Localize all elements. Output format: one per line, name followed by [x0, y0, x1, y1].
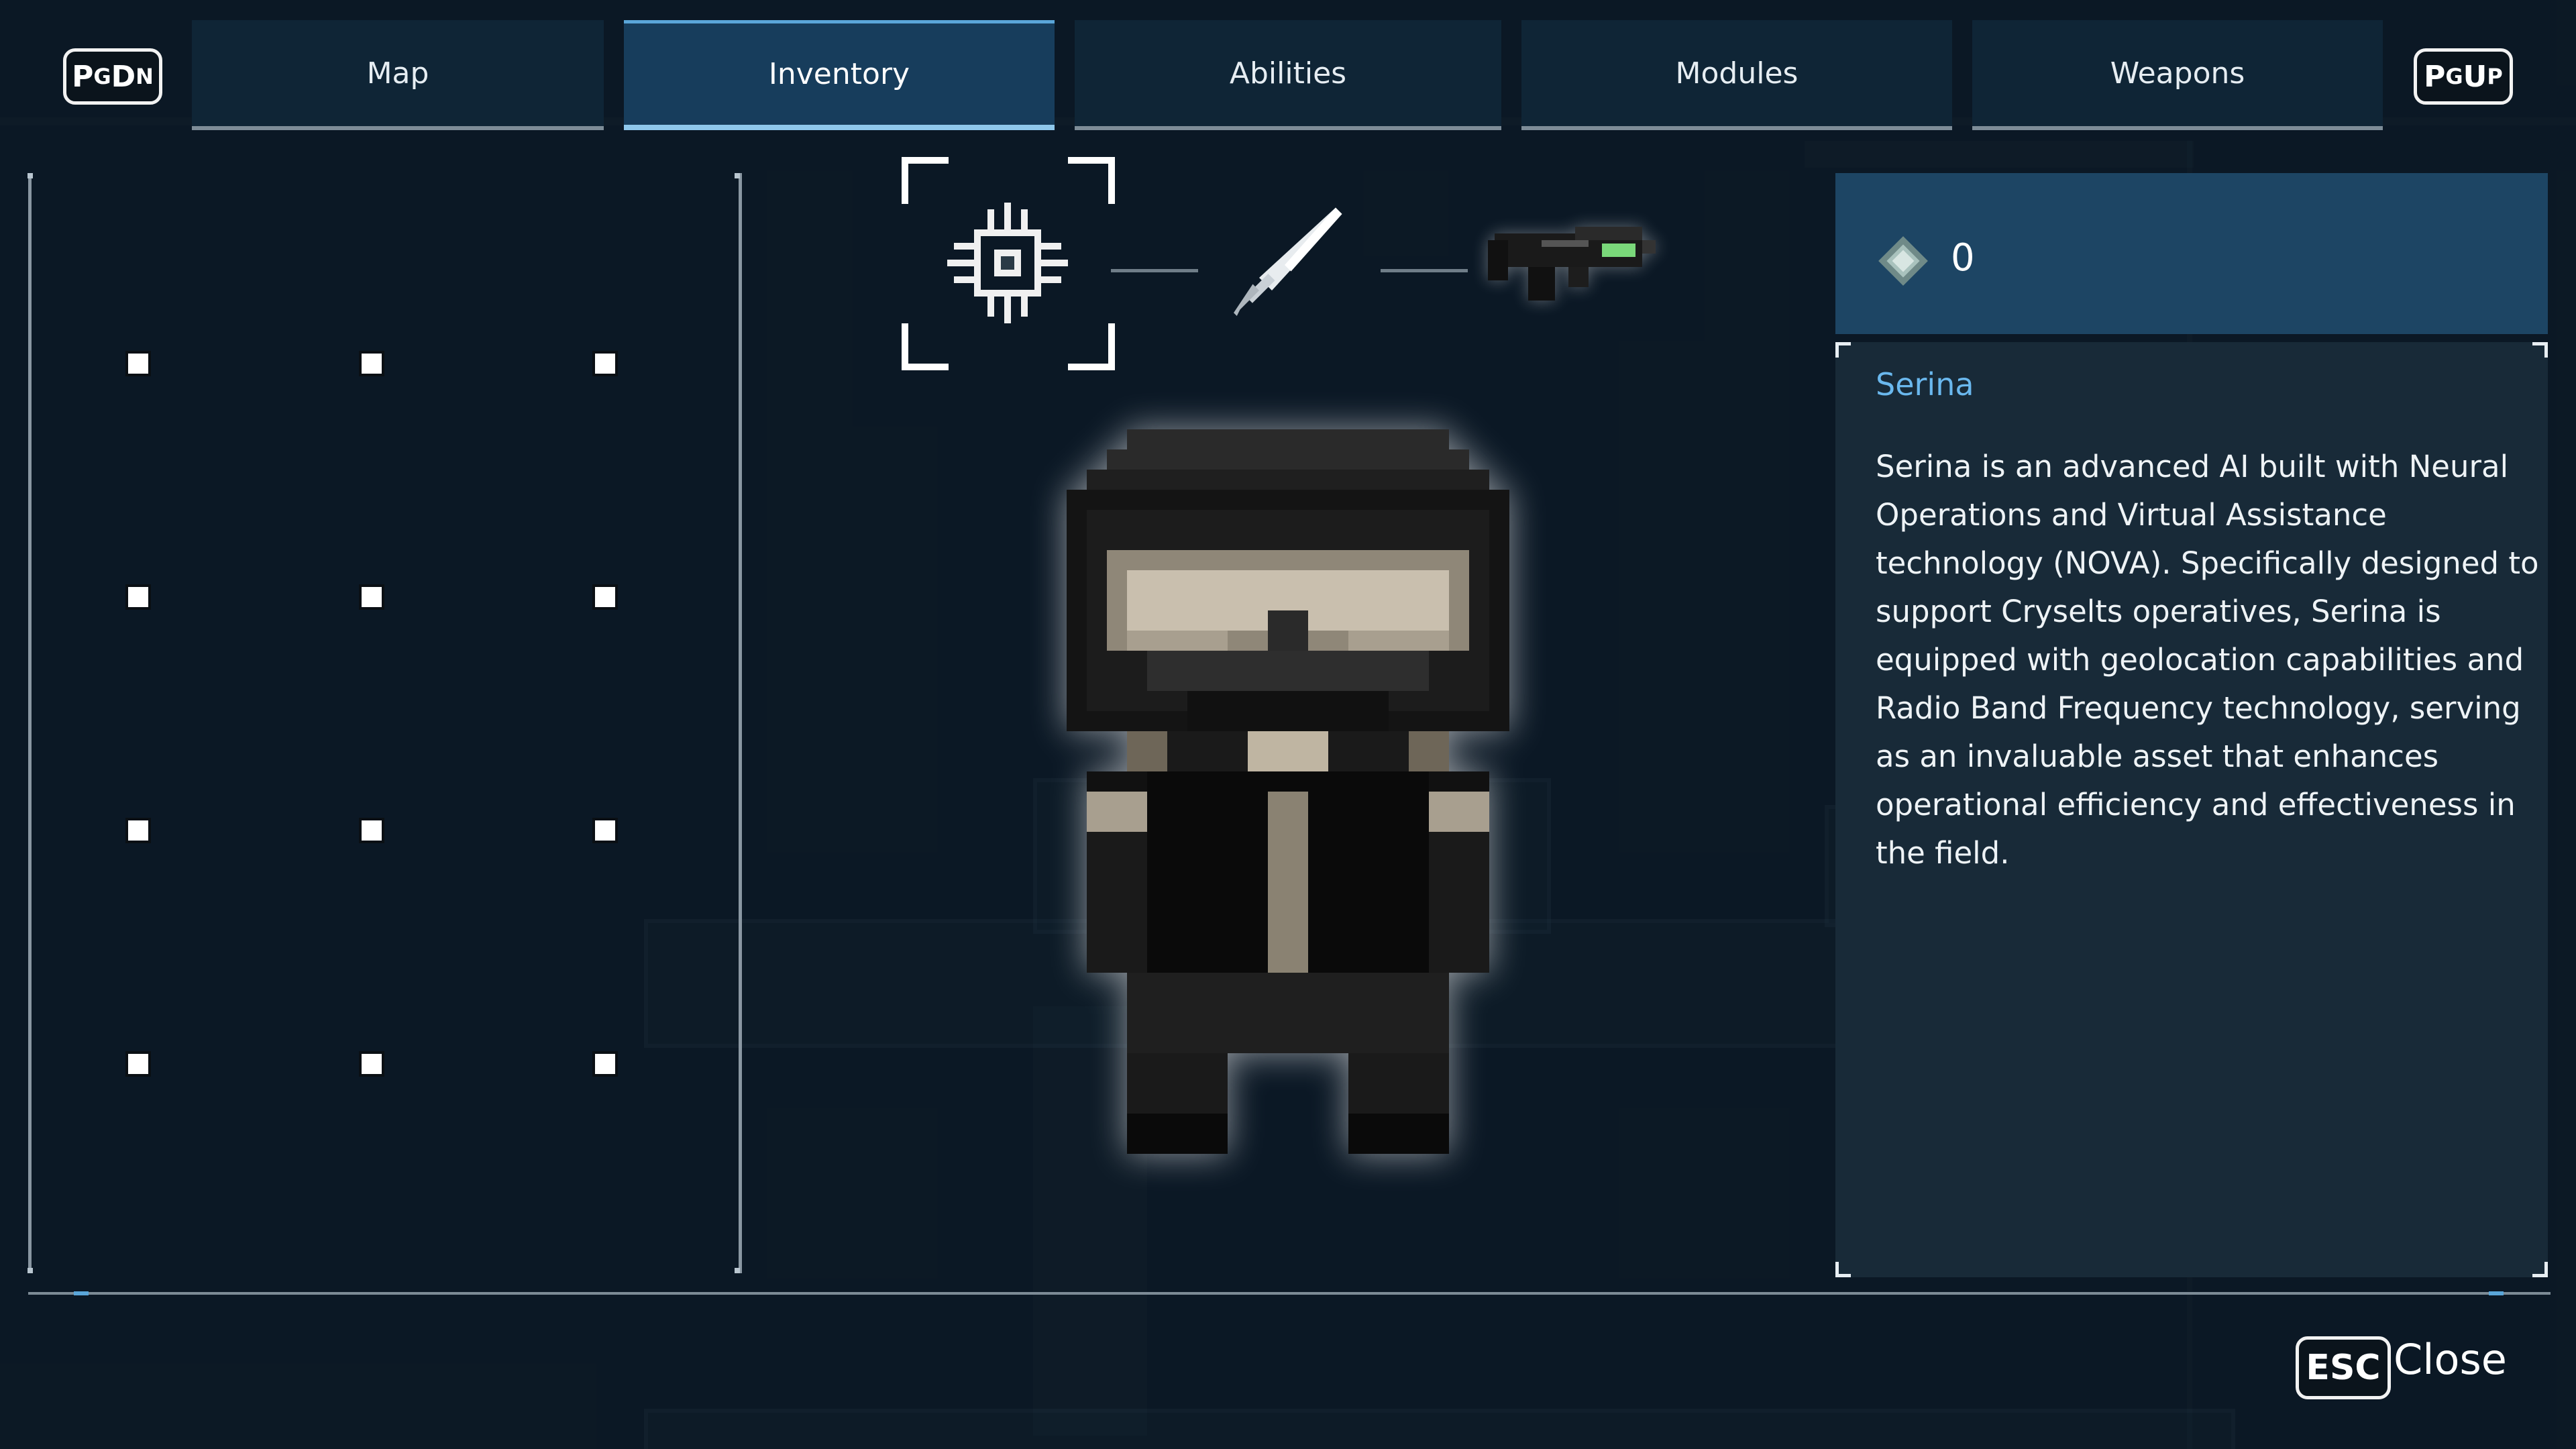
tab-weapons[interactable]: Weapons [1972, 20, 2383, 130]
pgup-letter-2: G [2445, 64, 2463, 89]
esc-key[interactable]: ESC [2296, 1336, 2391, 1399]
gem-count: 0 [1951, 236, 1975, 280]
panel-divider [28, 1292, 2551, 1295]
pgdn-letter-1: P [72, 59, 94, 94]
tab-label: Map [366, 56, 429, 91]
inventory-slot[interactable] [359, 1051, 384, 1077]
divider-accent [2489, 1291, 2504, 1295]
inventory-slot[interactable] [125, 351, 151, 376]
tab-abilities[interactable]: Abilities [1075, 20, 1501, 130]
panel-corner [1835, 342, 1851, 358]
grid-corner [735, 173, 740, 178]
tab-inventory[interactable]: Inventory [624, 20, 1055, 130]
esc-key-label: ESC [2306, 1348, 2381, 1388]
equip-connector [1381, 269, 1468, 272]
panel-corner [2532, 342, 2548, 358]
pgdn-letter-4: N [136, 64, 154, 89]
inventory-slot[interactable] [592, 818, 618, 843]
pgdn-letter-3: D [111, 59, 136, 94]
grid-corner [735, 1268, 740, 1273]
panel-corner [1835, 1262, 1851, 1277]
pgup-letter-4: P [2487, 64, 2503, 89]
selection-corner [1068, 323, 1115, 370]
inventory-slot[interactable] [359, 818, 384, 843]
item-name: Serina [1876, 366, 1974, 402]
tab-map[interactable]: Map [192, 20, 604, 130]
tab-label: Inventory [768, 57, 910, 91]
item-description: Serina is an advanced AI built with Neur… [1876, 449, 2539, 871]
sword-icon[interactable] [1221, 201, 1348, 329]
ai-chip-icon [947, 203, 1068, 323]
equip-slot-selected[interactable] [902, 157, 1115, 370]
page-down-key[interactable]: PGDN [63, 48, 162, 105]
tab-modules[interactable]: Modules [1521, 20, 1952, 130]
inventory-slot[interactable] [125, 584, 151, 610]
close-label[interactable]: Close [2394, 1335, 2507, 1384]
divider-accent [74, 1291, 89, 1295]
inventory-slot[interactable] [592, 584, 618, 610]
pgdn-letter-2: G [93, 64, 111, 89]
character-sprite [1067, 429, 1509, 1154]
tab-label: Modules [1675, 56, 1799, 91]
info-header [1835, 173, 2548, 334]
selection-corner [1068, 157, 1115, 204]
gem-icon [1878, 236, 1928, 286]
equip-connector [1111, 269, 1198, 272]
inventory-slot[interactable] [359, 584, 384, 610]
inventory-grid [28, 173, 742, 1273]
inventory-slot[interactable] [125, 818, 151, 843]
inventory-slot[interactable] [359, 351, 384, 376]
pgup-letter-3: U [2463, 59, 2487, 94]
inventory-slot[interactable] [592, 1051, 618, 1077]
pgup-letter-1: P [2424, 59, 2446, 94]
selection-corner [902, 323, 949, 370]
rifle-icon[interactable] [1481, 207, 1662, 327]
tab-label: Weapons [2110, 56, 2245, 91]
inventory-slot[interactable] [125, 1051, 151, 1077]
panel-corner [2532, 1262, 2548, 1277]
selection-corner [902, 157, 949, 204]
grid-corner [28, 1268, 33, 1273]
tab-label: Abilities [1229, 56, 1347, 91]
inventory-slot[interactable] [592, 351, 618, 376]
grid-corner [28, 173, 33, 178]
page-up-key[interactable]: PGUP [2414, 48, 2513, 105]
